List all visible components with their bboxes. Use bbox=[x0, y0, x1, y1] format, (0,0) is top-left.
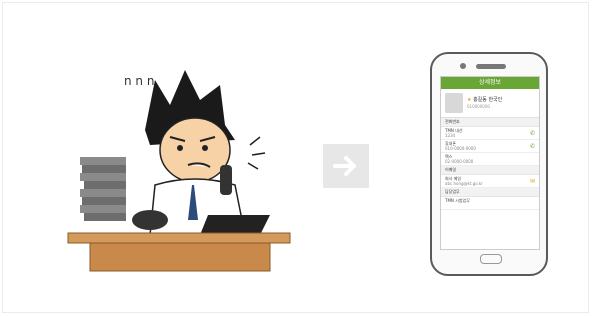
row-label: TMN 시범업무 bbox=[445, 198, 470, 203]
row-value: 010-0000-0000 bbox=[445, 146, 476, 151]
list-item[interactable]: 회사 메일 abc.hong@kt.go.kr ✉ bbox=[441, 175, 539, 188]
contact-profile: ★ 홍길동 한국인 010000000 bbox=[441, 89, 539, 118]
list-item[interactable]: TMN 내선 1234 ✆ bbox=[441, 127, 539, 140]
arrow-box bbox=[323, 144, 369, 188]
favorite-icon: ★ bbox=[467, 97, 472, 103]
section-header-email: 이메일 bbox=[441, 166, 539, 175]
file-stack bbox=[80, 157, 126, 221]
home-button[interactable] bbox=[480, 254, 502, 264]
right-arrow-icon bbox=[333, 156, 356, 176]
section-header-phone: 전화번호 bbox=[441, 118, 539, 127]
phone-icon[interactable]: ✆ bbox=[530, 130, 535, 137]
section-header-duty: 담당업무 bbox=[441, 188, 539, 197]
contact-subtitle: 010000000 bbox=[467, 104, 490, 109]
avatar bbox=[445, 93, 463, 113]
row-value: 02-0000-0000 bbox=[445, 159, 474, 164]
phone-icon[interactable]: ✆ bbox=[530, 143, 535, 150]
phone-screen: 상세정보 ★ 홍길동 한국인 010000000 전화번호 TMN 내선 123… bbox=[440, 76, 540, 250]
contact-name: 홍길동 한국인 bbox=[473, 97, 503, 103]
list-item[interactable]: TMN 시범업무 bbox=[441, 197, 539, 210]
stressed-worker-illustration: n n n bbox=[67, 70, 291, 272]
smartphone-mockup: 상세정보 ★ 홍길동 한국인 010000000 전화번호 TMN 내선 123… bbox=[430, 52, 548, 276]
mail-icon[interactable]: ✉ bbox=[530, 178, 535, 185]
row-value: abc.hong@kt.go.kr bbox=[445, 181, 483, 186]
contact-name-row: ★ 홍길동 한국인 bbox=[467, 96, 502, 103]
camera-icon bbox=[460, 63, 466, 69]
svg-text:n n n: n n n bbox=[124, 74, 154, 88]
app-title-bar: 상세정보 bbox=[441, 77, 539, 89]
list-item[interactable]: 팩스 02-0000-0000 bbox=[441, 153, 539, 166]
list-item[interactable]: 휴대폰 010-0000-0000 ✆ bbox=[441, 140, 539, 153]
speaker-grill bbox=[476, 64, 506, 69]
row-value: 1234 bbox=[445, 133, 456, 138]
